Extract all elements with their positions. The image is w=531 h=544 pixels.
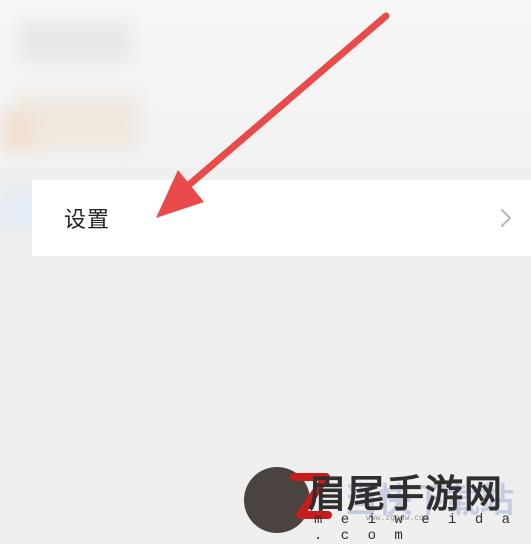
watermark-title: 眉尾手游网: [308, 471, 504, 516]
blurred-icon: [2, 110, 32, 150]
blurred-menu-item: [18, 95, 138, 150]
settings-row[interactable]: 设置: [32, 180, 531, 256]
settings-label: 设置: [64, 208, 111, 233]
blurred-menu-item: [20, 22, 130, 62]
chevron-right-icon: [501, 209, 511, 227]
watermark: 当快下载站 眉尾手游网 www.zgpdw.com m e i w e i d …: [244, 461, 531, 544]
watermark-subtitle: m e i w e i d a . c o m: [314, 512, 516, 544]
